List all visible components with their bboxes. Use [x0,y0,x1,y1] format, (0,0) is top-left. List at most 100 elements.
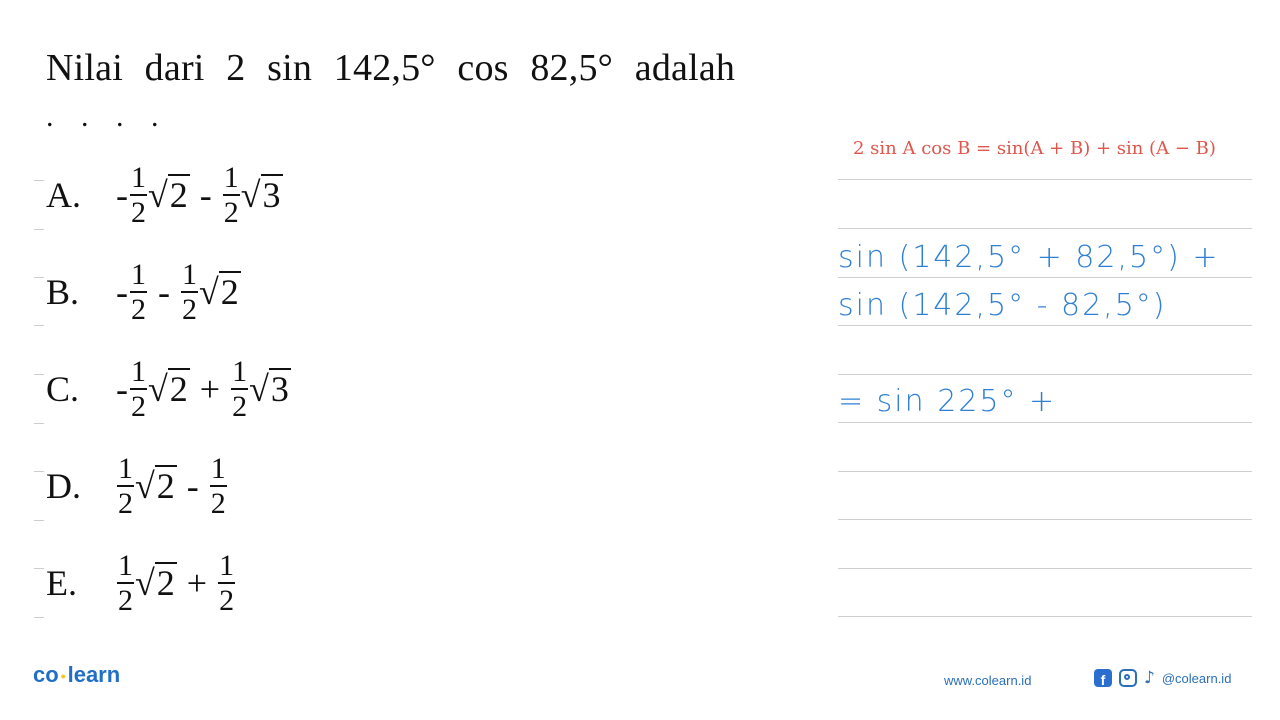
option-letter: D. [46,466,81,506]
fraction: 12 [222,160,240,229]
negative-sign: - [116,272,128,312]
social-handle[interactable]: @colearn.id [1162,671,1232,686]
radical-icon: √ [240,175,261,215]
ruled-line [838,179,1252,180]
answer-option[interactable]: B. -1 2-1 2 √ 2 [46,257,241,327]
question-ellipsis: . . . . [46,100,169,133]
margin-tick [34,325,44,326]
radical-icon: √ [135,563,155,603]
fraction: 12 [117,451,134,519]
margin-tick [34,568,44,569]
option-expression: -1 2 √ 2 +1 2 √ 3 [116,354,291,423]
handwritten-line-2: sin (142,5° - 82,5°) [838,288,1167,323]
square-root: √ 3 [241,174,283,216]
option-letter: B. [46,272,80,312]
margin-tick [34,423,44,424]
radicand: 2 [167,174,190,215]
radicand: 2 [167,368,190,409]
ruled-line [838,616,1252,617]
option-letter: E. [46,563,77,603]
answer-option[interactable]: E. 1 2 √ 2 +1 2 [46,548,236,618]
answer-option[interactable]: C. -1 2 √ 2 +1 2 √ 3 [46,354,291,424]
margin-tick [34,520,44,521]
numerator: 1 [117,451,134,487]
negative-sign: - [116,175,128,215]
instagram-icon[interactable] [1119,669,1137,687]
denominator: 2 [219,583,235,617]
denominator: 2 [118,583,133,617]
square-root: √ 3 [249,368,291,410]
identity-formula: 2 sin A cos B = sin(A + B) + sin (A − B) [853,138,1216,159]
numerator: 1 [130,257,147,293]
operator: - [199,175,212,215]
numerator: 1 [130,354,147,390]
website-link[interactable]: www.colearn.id [944,673,1031,688]
square-root: √ 2 [135,465,177,507]
radical-icon: √ [199,272,219,312]
denominator: 2 [131,195,146,229]
radicand: 2 [154,465,177,506]
option-letter: C. [46,369,80,409]
facebook-icon[interactable]: f [1094,669,1112,687]
margin-tick [34,229,44,230]
margin-tick [34,471,44,472]
colearn-logo: co •learn [33,662,120,688]
option-expression: 1 2 √ 2-1 2 [116,451,228,520]
tiktok-icon[interactable]: ♪ [1144,669,1155,687]
radical-icon: √ [135,466,155,506]
handwritten-line-1: sin (142,5° + 82,5°) + [838,240,1220,275]
ruled-line [838,325,1252,326]
fraction: 12 [181,257,198,326]
ruled-line [838,374,1252,375]
numerator: 1 [130,160,147,196]
numerator: 1 [181,257,198,293]
radicand: 2 [218,271,241,312]
margin-tick [34,180,44,181]
option-letter: A. [46,175,81,215]
fraction: 12 [218,550,236,617]
option-expression: -1 2-1 2 √ 2 [116,257,241,326]
numerator: 1 [209,451,227,487]
option-expression: 1 2 √ 2 +1 2 [116,548,236,617]
radical-icon: √ [249,369,269,409]
ruled-line [838,277,1252,278]
denominator: 2 [223,195,239,229]
ruled-line [838,228,1252,229]
fraction: 12 [130,354,147,423]
social-links: f ♪ @colearn.id [1094,669,1231,687]
operator: - [186,466,199,506]
answer-option[interactable]: D. 1 2 √ 2-1 2 [46,451,228,521]
denominator: 2 [232,389,248,423]
numerator: 1 [231,354,249,390]
denominator: 2 [131,292,146,326]
square-root: √ 2 [148,368,190,410]
operator: + [199,369,221,409]
ruled-line [838,471,1252,472]
radicand: 2 [154,562,177,603]
ruled-line [838,568,1252,569]
square-root: √ 2 [148,174,190,216]
denominator: 2 [131,389,146,423]
fraction: 12 [231,354,249,423]
denominator: 2 [182,292,197,326]
radical-icon: √ [148,369,168,409]
margin-tick [34,277,44,278]
margin-tick [34,617,44,618]
fraction: 12 [209,451,227,520]
fraction: 12 [130,257,147,326]
operator: + [186,563,208,603]
square-root: √ 2 [135,562,177,604]
logo-text-right: learn [67,662,121,687]
handwritten-line-3: = sin 225° + [838,384,1057,419]
radical-icon: √ [148,175,168,215]
fraction: 12 [117,548,134,617]
denominator: 2 [210,486,226,520]
numerator: 1 [117,548,134,584]
radicand: 3 [260,174,283,215]
answer-option[interactable]: A. -1 2 √ 2-1 2 √ 3 [46,160,283,230]
radicand: 3 [268,368,291,409]
negative-sign: - [116,369,128,409]
option-expression: -1 2 √ 2-1 2 √ 3 [116,160,283,229]
numerator: 1 [222,160,240,196]
operator: - [158,272,170,312]
